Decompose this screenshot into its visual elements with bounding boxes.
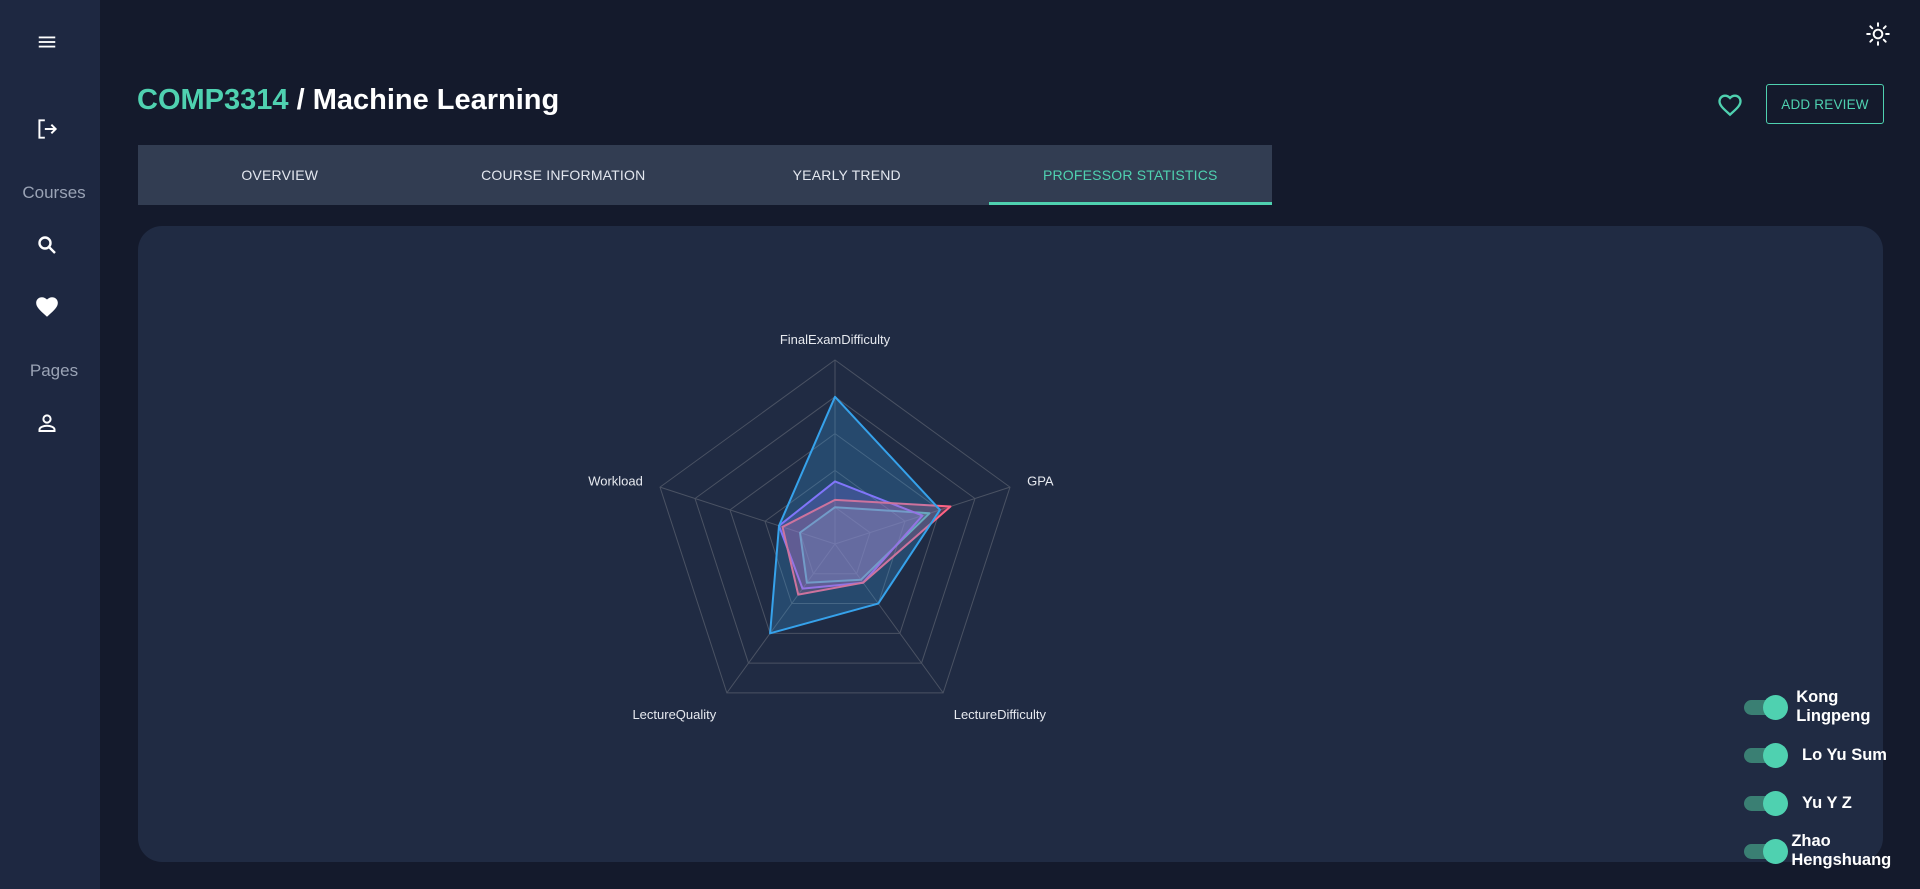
person-icon: [38, 414, 56, 432]
menu-icon: [38, 36, 56, 48]
sidebar: Courses Pages: [0, 0, 100, 889]
course-name: Machine Learning: [312, 84, 560, 116]
radar-axis-label: LectureDifficulty: [954, 707, 1047, 722]
search-icon: [38, 236, 56, 254]
series-toggle-zhao-hengshuang[interactable]: Zhao Hengshuang: [1742, 827, 1902, 875]
pages-section-label: Pages: [29, 361, 79, 380]
toggle-switch[interactable]: [1742, 789, 1788, 817]
add-review-button[interactable]: ADD REVIEW: [1766, 84, 1884, 124]
toggle-switch[interactable]: [1742, 741, 1788, 769]
series-toggle-label: Kong Lingpeng: [1796, 688, 1871, 725]
series-toggle-label: Zhao Hengshuang: [1791, 832, 1892, 869]
tab-professor-statistics[interactable]: PROFESSOR STATISTICS: [988, 145, 1273, 205]
page-title: COMP3314 / Machine Learning: [137, 84, 559, 117]
series-toggle-label: Yu Y Z: [1802, 793, 1852, 812]
tab-course-information[interactable]: COURSE INFORMATION: [422, 145, 706, 205]
profile-button[interactable]: [26, 402, 68, 444]
radar-axis-label: GPA: [1027, 473, 1054, 488]
favorite-button[interactable]: [1710, 85, 1750, 125]
radar-axis-label: Workload: [588, 473, 643, 488]
logout-icon: [38, 119, 58, 139]
theme-toggle-button[interactable]: [1858, 14, 1898, 54]
series-toggle-kong-lingpeng[interactable]: Kong Lingpeng: [1742, 683, 1902, 731]
toggle-switch[interactable]: [1742, 693, 1788, 721]
favorites-button[interactable]: [26, 286, 68, 328]
series-toggle-lo-yu-sum[interactable]: Lo Yu Sum: [1742, 731, 1902, 779]
tab-overview[interactable]: OVERVIEW: [138, 145, 422, 205]
heart-outline-icon: [1718, 94, 1742, 117]
menu-button[interactable]: [26, 21, 68, 63]
chart-panel: FinalExamDifficulty GPA LectureDifficulty L…: [138, 226, 1891, 869]
heart-icon: [36, 297, 58, 317]
courses-section-label: Courses: [22, 183, 86, 202]
title-separator: /: [288, 84, 313, 116]
logout-button[interactable]: [26, 108, 68, 150]
radar-axis-label: LectureQuality: [632, 707, 716, 722]
toggle-switch[interactable]: [1742, 837, 1788, 865]
radar-chart: FinalExamDifficulty GPA LectureDifficulty L…: [588, 332, 1054, 722]
sun-icon: [1866, 22, 1890, 46]
search-button[interactable]: [26, 224, 68, 266]
radar-axis-label: FinalExamDifficulty: [780, 332, 891, 347]
series-toggle-yu-y-z[interactable]: Yu Y Z: [1742, 779, 1902, 827]
radar-series-kong-lingpeng: [769, 395, 941, 635]
tab-bar: OVERVIEW COURSE INFORMATION YEARLY TREND…: [138, 145, 1272, 205]
series-toggle-list: Kong Lingpeng Lo Yu Sum Yu Y Z Zhao Heng…: [1742, 683, 1902, 875]
course-code: COMP3314: [137, 84, 289, 116]
tab-yearly-trend[interactable]: YEARLY TREND: [705, 145, 989, 205]
series-toggle-label: Lo Yu Sum: [1802, 745, 1887, 764]
